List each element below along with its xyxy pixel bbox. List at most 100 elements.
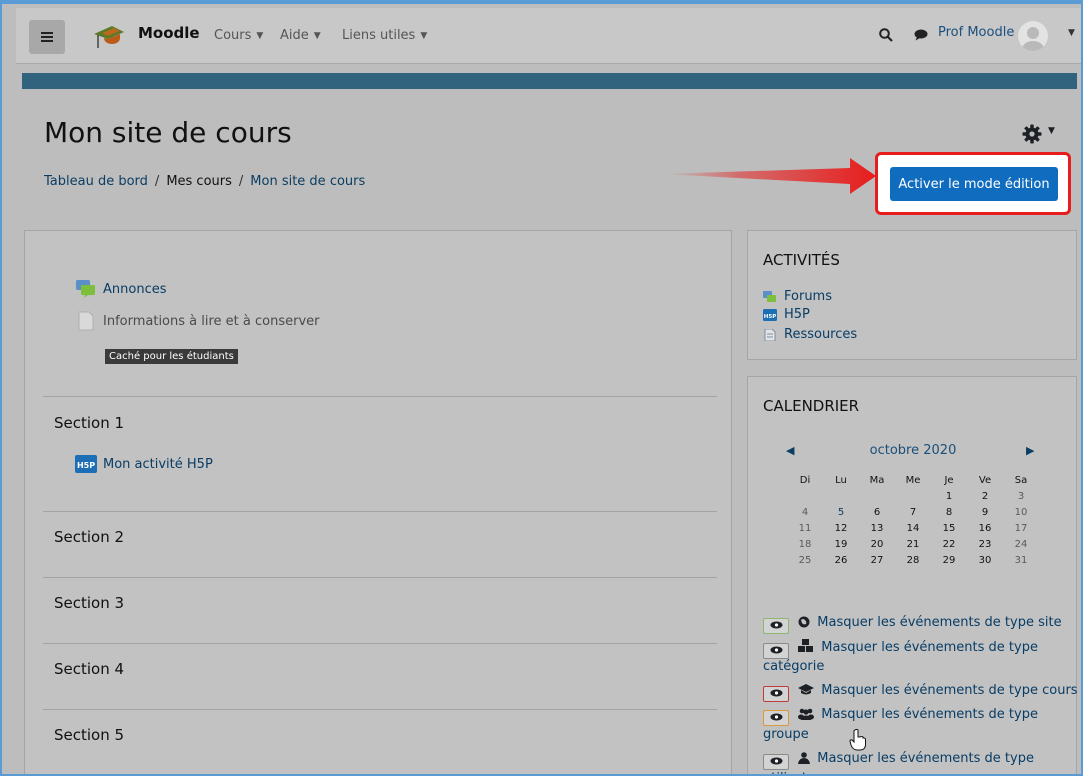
calendar-day[interactable]: 25 <box>787 555 823 566</box>
calendar-day[interactable]: 3 <box>1003 491 1039 502</box>
avatar[interactable] <box>1018 21 1048 51</box>
block-item-h5p[interactable]: H5P H5P <box>763 307 810 322</box>
breadcrumb-item-course[interactable]: Mon site de cours <box>250 174 365 189</box>
event-filter-site[interactable]: Masquer les événements de type site <box>763 615 1062 634</box>
eye-icon[interactable] <box>763 710 789 726</box>
event-filter-label[interactable]: Masquer les événements de type cours <box>821 683 1077 698</box>
users-icon <box>798 708 815 720</box>
calendar-day[interactable]: 12 <box>823 523 859 534</box>
eye-icon[interactable] <box>763 643 789 659</box>
eye-icon[interactable] <box>763 618 789 634</box>
calendar-day[interactable]: 14 <box>895 523 931 534</box>
calendar-day[interactable]: 10 <box>1003 507 1039 518</box>
calendar-day[interactable]: 16 <box>967 523 1003 534</box>
calendar-day[interactable]: 2 <box>967 491 1003 502</box>
calendar-day[interactable]: 6 <box>859 507 895 518</box>
caret-down-icon[interactable]: ▼ <box>1068 28 1075 38</box>
calendar-day[interactable]: 27 <box>859 555 895 566</box>
page-title: Mon site de cours <box>44 116 292 149</box>
calendar-day[interactable]: 19 <box>823 539 859 550</box>
section-title[interactable]: Section 1 <box>54 414 124 432</box>
svg-text:H5P: H5P <box>77 461 95 470</box>
menu-toggle-button[interactable] <box>29 20 65 54</box>
calendar-day[interactable]: 4 <box>787 507 823 518</box>
breadcrumb: Tableau de bord / Mes cours / Mon site de co… <box>44 174 365 189</box>
nav-menu-cours[interactable]: Cours ▼ <box>214 28 263 43</box>
breadcrumb-item-my-courses[interactable]: Mes cours <box>166 174 232 189</box>
caret-down-icon: ▼ <box>313 31 321 41</box>
event-filter-label-cont[interactable]: catégorie <box>763 659 824 674</box>
user-name[interactable]: Prof Moodle <box>938 25 1014 40</box>
calendar-day[interactable]: 29 <box>931 555 967 566</box>
nav-menu-aide[interactable]: Aide ▼ <box>280 28 321 43</box>
edit-mode-button[interactable]: Activer le mode édition <box>890 167 1058 201</box>
block-item-label[interactable]: Forums <box>784 289 832 304</box>
calendar-day[interactable]: 1 <box>931 491 967 502</box>
moodle-logo-icon[interactable] <box>92 24 126 50</box>
calendar-day[interactable]: 31 <box>1003 555 1039 566</box>
activity-informations[interactable]: Informations à lire et à conserver <box>75 311 320 331</box>
user-avatar-icon <box>1022 27 1044 51</box>
calendar-day[interactable]: 9 <box>967 507 1003 518</box>
calendar-day[interactable]: 15 <box>931 523 967 534</box>
event-filter-user[interactable]: Masquer les événements de type <box>763 751 1034 770</box>
hand-cursor-icon <box>849 729 866 751</box>
hamburger-icon <box>41 32 53 42</box>
event-filter-label[interactable]: Masquer les événements de type <box>821 640 1038 655</box>
section-title[interactable]: Section 3 <box>54 594 124 612</box>
day-header: Me <box>905 475 921 486</box>
block-item-label[interactable]: Ressources <box>784 327 857 342</box>
caret-down-icon[interactable]: ▼ <box>1048 126 1055 136</box>
event-filter-label-cont[interactable]: groupe <box>763 727 809 742</box>
section-divider <box>43 396 717 397</box>
section-title[interactable]: Section 2 <box>54 528 124 546</box>
block-item-label[interactable]: H5P <box>784 307 810 322</box>
next-month-icon[interactable]: ▶ <box>1026 444 1034 457</box>
section-divider <box>43 511 717 512</box>
eye-icon[interactable] <box>763 754 789 770</box>
calendar-day[interactable]: 24 <box>1003 539 1039 550</box>
calendar-day[interactable]: 11 <box>787 523 823 534</box>
calendar-day[interactable]: 30 <box>967 555 1003 566</box>
activity-label[interactable]: Annonces <box>103 282 166 297</box>
h5p-icon: H5P <box>763 308 777 321</box>
calendar-day[interactable]: 22 <box>931 539 967 550</box>
brand-name[interactable]: Moodle <box>138 24 200 42</box>
eye-icon[interactable] <box>763 686 789 702</box>
breadcrumb-item-dashboard[interactable]: Tableau de bord <box>44 174 148 189</box>
block-item-forums[interactable]: Forums <box>763 289 832 304</box>
calendar-day[interactable]: 23 <box>967 539 1003 550</box>
activity-label[interactable]: Mon activité H5P <box>103 457 213 472</box>
calendar-day[interactable]: 28 <box>895 555 931 566</box>
nav-menu-liens-utiles[interactable]: Liens utiles ▼ <box>342 28 427 43</box>
page-frame: Moodle Cours ▼ Aide ▼ Liens utiles ▼ Prof M… <box>0 0 1083 776</box>
event-filter-course[interactable]: Masquer les événements de type cours <box>763 683 1078 702</box>
block-item-ressources[interactable]: Ressources <box>763 327 857 342</box>
gear-icon[interactable] <box>1022 124 1042 144</box>
section-title[interactable]: Section 5 <box>54 726 124 744</box>
calendar-day[interactable]: 21 <box>895 539 931 550</box>
calendar-day[interactable]: 20 <box>859 539 895 550</box>
event-filter-group[interactable]: Masquer les événements de type <box>763 707 1038 726</box>
calendar-day[interactable]: 18 <box>787 539 823 550</box>
message-icon[interactable] <box>914 29 928 41</box>
calendar-day[interactable]: 26 <box>823 555 859 566</box>
event-filter-label[interactable]: Masquer les événements de type <box>821 707 1038 722</box>
day-header: Lu <box>835 475 847 486</box>
calendar-day[interactable]: 17 <box>1003 523 1039 534</box>
section-title[interactable]: Section 4 <box>54 660 124 678</box>
calendar-day-today[interactable]: 5 <box>823 507 859 518</box>
event-filter-category[interactable]: Masquer les événements de type <box>763 639 1038 659</box>
event-filter-label[interactable]: Masquer les événements de type site <box>817 615 1061 630</box>
day-header: Je <box>944 475 954 486</box>
event-filter-label[interactable]: Masquer les événements de type <box>817 751 1034 766</box>
search-icon[interactable] <box>879 28 893 42</box>
activity-annonces[interactable]: Annonces <box>75 279 166 299</box>
nav-menu-label: Cours <box>214 28 252 43</box>
calendar-day[interactable]: 8 <box>931 507 967 518</box>
calendar-day[interactable]: 7 <box>895 507 931 518</box>
activity-label[interactable]: Informations à lire et à conserver <box>103 314 320 329</box>
activity-h5p[interactable]: H5P Mon activité H5P <box>75 455 213 473</box>
header-band <box>22 73 1077 89</box>
calendar-day[interactable]: 13 <box>859 523 895 534</box>
